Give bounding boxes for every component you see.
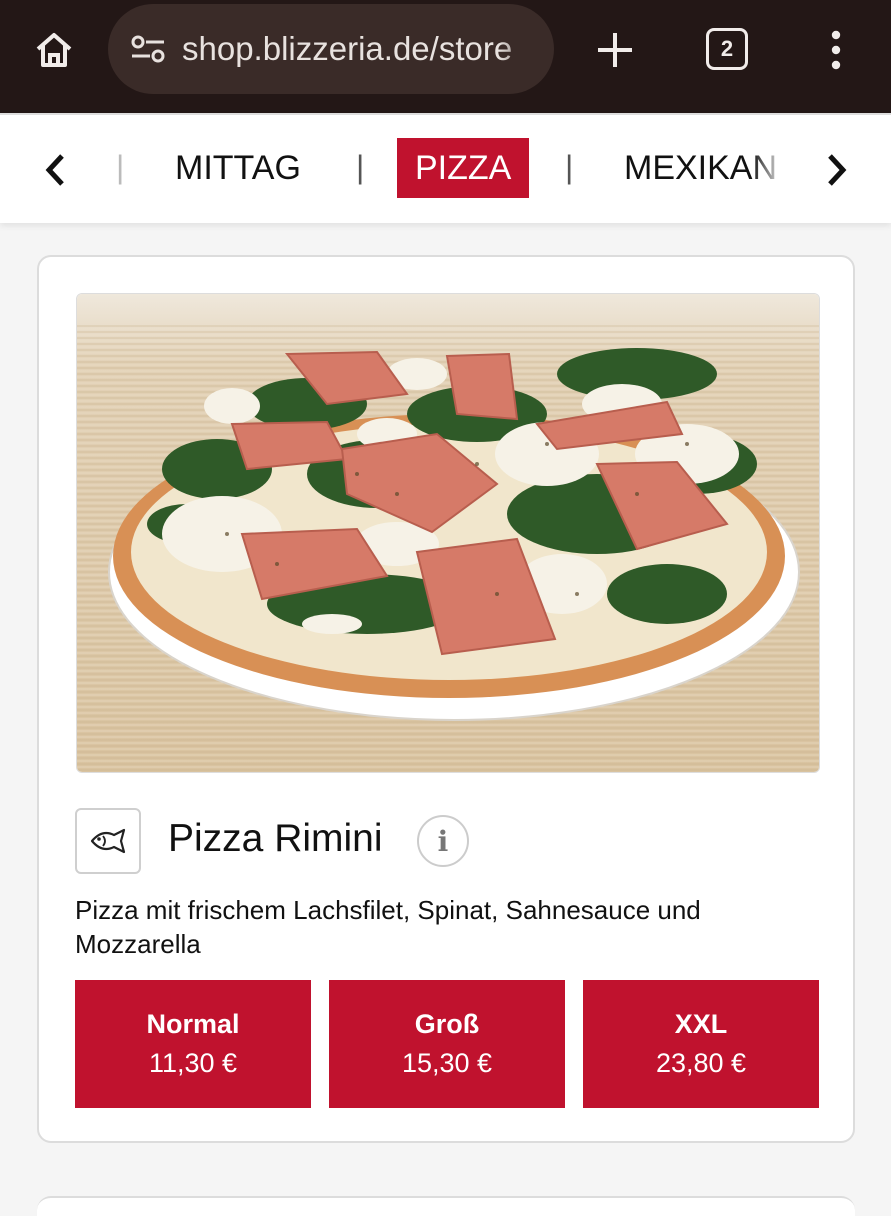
size-price: 15,30 € xyxy=(401,1048,493,1078)
browser-menu-button[interactable] xyxy=(818,22,854,78)
category-separator: | xyxy=(356,149,365,185)
new-tab-button[interactable] xyxy=(590,22,640,78)
size-name: Groß xyxy=(414,1009,480,1039)
home-icon xyxy=(36,33,72,67)
address-bar[interactable]: shop.blizzeria.de/store xyxy=(108,4,554,94)
kebab-menu-icon xyxy=(831,30,841,70)
size-button-normal[interactable]: Normal 11,30 € xyxy=(75,980,311,1108)
home-button[interactable] xyxy=(26,22,82,78)
plus-icon xyxy=(598,33,632,67)
size-name: Normal xyxy=(146,1009,240,1039)
size-button-gross[interactable]: Groß 15,30 € xyxy=(329,980,565,1108)
chevron-right-icon xyxy=(828,154,847,186)
fish-icon xyxy=(90,828,126,854)
category-tab-mittag[interactable]: MITTAG xyxy=(175,138,301,198)
size-price: 11,30 € xyxy=(148,1048,238,1078)
category-separator: | xyxy=(116,149,125,185)
category-tab-pizza[interactable]: PIZZA xyxy=(397,138,530,198)
product-description: Pizza mit frischem Lachsfilet, Spinat, S… xyxy=(75,895,701,959)
info-button[interactable]: i xyxy=(417,815,469,867)
product-title: Pizza Rimini xyxy=(168,817,383,860)
next-product-card xyxy=(37,1196,855,1216)
category-separator: | xyxy=(565,149,574,185)
info-icon: i xyxy=(437,824,449,858)
product-card: Pizza Rimini i Pizza mit frischem Lachsf… xyxy=(37,255,855,1143)
category-tab-mexikan[interactable]: MEXIKAN xyxy=(624,138,784,198)
browser-toolbar: shop.blizzeria.de/store 2 xyxy=(0,0,891,113)
tune-icon[interactable] xyxy=(128,29,168,69)
url-text[interactable]: shop.blizzeria.de/store xyxy=(182,30,542,68)
product-image[interactable] xyxy=(76,293,820,773)
size-price: 23,80 € xyxy=(655,1048,747,1078)
size-name: XXL xyxy=(674,1009,728,1039)
seafood-badge xyxy=(75,808,141,874)
size-button-xxl[interactable]: XXL 23,80 € xyxy=(583,980,819,1108)
nav-prev-button[interactable] xyxy=(30,140,80,200)
chevron-left-icon xyxy=(45,154,64,186)
category-nav: | MITTAG | PIZZA | MEXIKAN xyxy=(0,113,891,223)
tab-switcher-button[interactable]: 2 xyxy=(706,28,748,70)
nav-next-button[interactable] xyxy=(812,140,862,200)
